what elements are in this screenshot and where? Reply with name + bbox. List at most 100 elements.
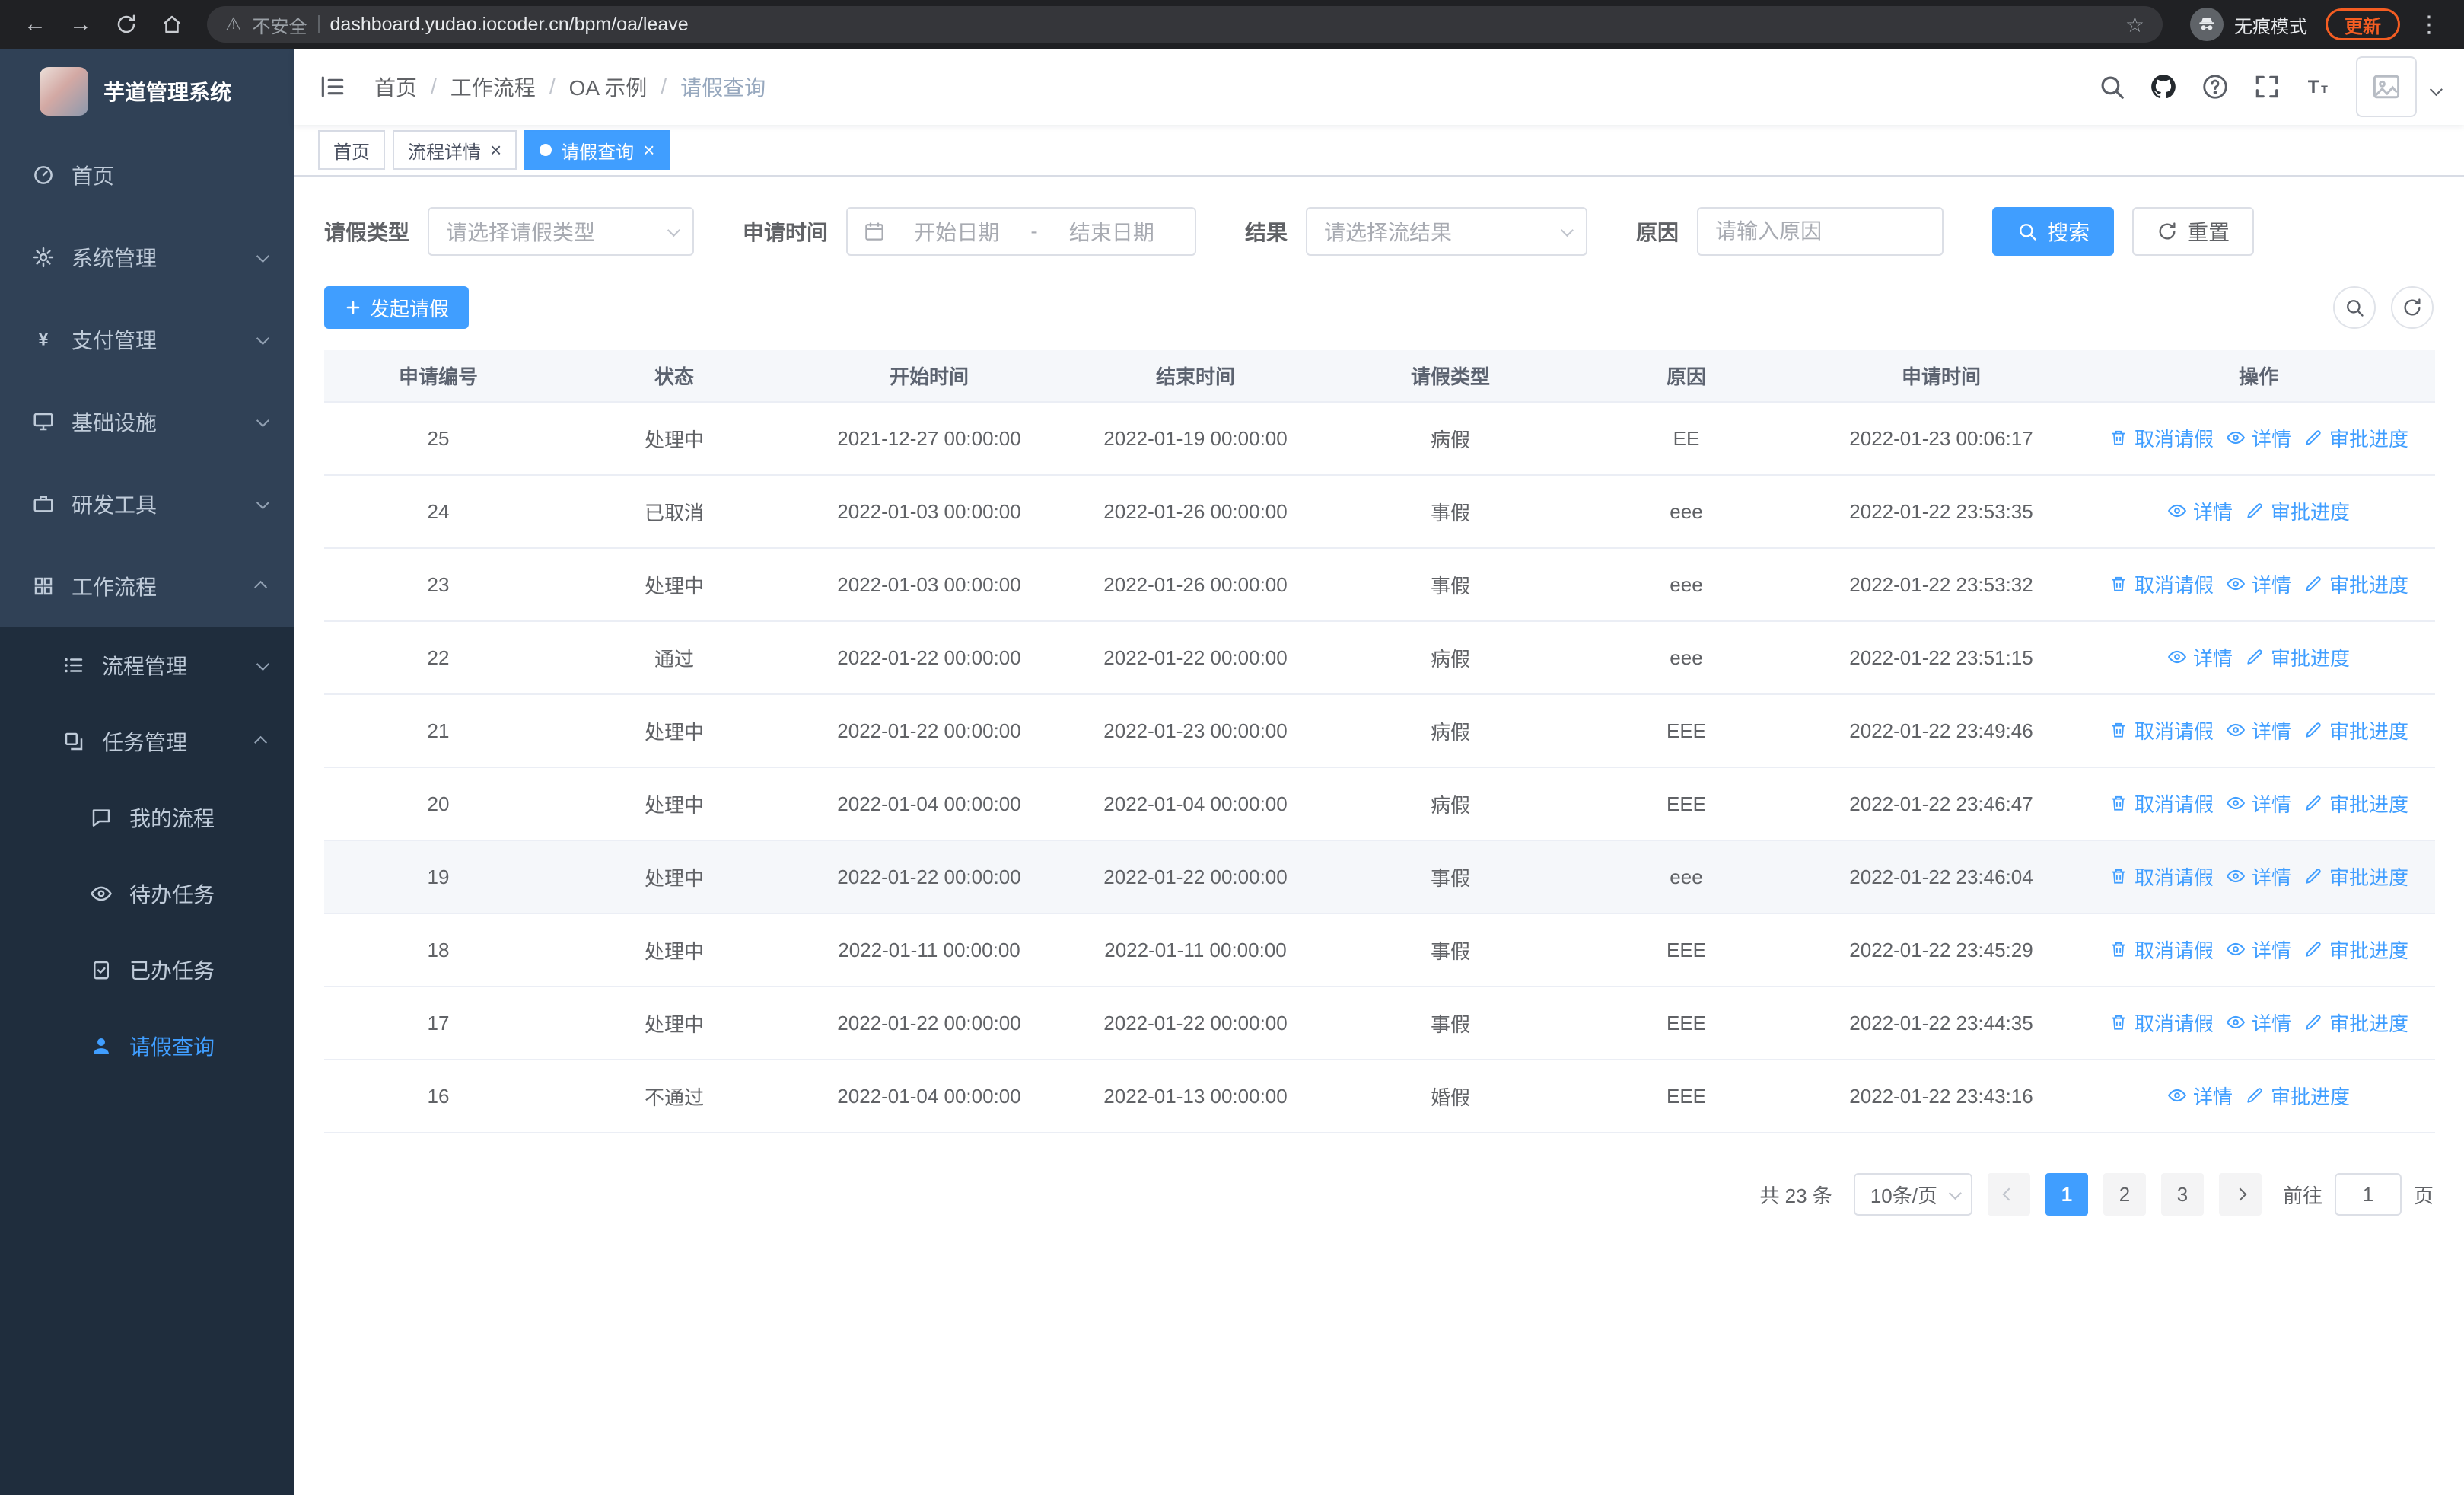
header-search-button[interactable] bbox=[2097, 72, 2126, 101]
logo[interactable]: 芋道管理系统 bbox=[0, 49, 294, 134]
sidebar-item-payment-management[interactable]: ¥ 支付管理 bbox=[0, 298, 294, 381]
search-button[interactable]: 搜索 bbox=[1992, 207, 2115, 256]
result-select[interactable]: 请选择流结果 bbox=[1306, 207, 1588, 256]
reset-button[interactable]: 重置 bbox=[2132, 207, 2255, 256]
update-button[interactable]: 更新 bbox=[2326, 8, 2400, 40]
cell-leave-type: 病假 bbox=[1329, 402, 1572, 476]
sidebar-item-process-management[interactable]: 流程管理 bbox=[0, 627, 294, 703]
avatar-caret-icon[interactable] bbox=[2429, 78, 2443, 97]
cancel-leave-link[interactable]: 取消请假 bbox=[2109, 1009, 2214, 1037]
detail-link[interactable]: 详情 bbox=[2226, 716, 2291, 744]
approval-progress-link[interactable]: 审批进度 bbox=[2245, 1082, 2350, 1110]
cell-reason: EE bbox=[1572, 402, 1800, 476]
approval-progress-link[interactable]: 审批进度 bbox=[2303, 570, 2408, 598]
page-button-2[interactable]: 2 bbox=[2103, 1173, 2146, 1216]
detail-link[interactable]: 详情 bbox=[2226, 862, 2291, 891]
action-label: 取消请假 bbox=[2134, 719, 2214, 743]
browser-menu-icon[interactable]: ⋮ bbox=[2409, 5, 2449, 44]
detail-link[interactable]: 详情 bbox=[2226, 936, 2291, 964]
action-label: 审批进度 bbox=[2329, 1012, 2409, 1035]
sidebar-item-leave-query[interactable]: 请假查询 bbox=[0, 1008, 294, 1084]
approval-progress-link[interactable]: 审批进度 bbox=[2303, 716, 2408, 744]
tab-close-icon[interactable]: × bbox=[490, 140, 501, 160]
page-button-1[interactable]: 1 bbox=[2045, 1173, 2088, 1216]
detail-link[interactable]: 详情 bbox=[2226, 424, 2291, 452]
approval-progress-link[interactable]: 审批进度 bbox=[2303, 424, 2408, 452]
sidebar-item-todo-tasks[interactable]: 待办任务 bbox=[0, 856, 294, 932]
breadcrumb-item[interactable]: OA 示例 bbox=[569, 72, 648, 102]
refresh-table-button[interactable] bbox=[2391, 286, 2434, 329]
cell-status: 处理中 bbox=[552, 913, 796, 987]
approval-progress-link[interactable]: 审批进度 bbox=[2303, 862, 2408, 891]
address-bar[interactable]: ⚠ 不安全 dashboard.yudao.iocoder.cn/bpm/oa/… bbox=[207, 6, 2163, 43]
reload-button[interactable] bbox=[107, 5, 146, 44]
detail-link[interactable]: 详情 bbox=[2226, 570, 2291, 598]
end-date-input[interactable]: 结束日期 bbox=[1044, 216, 1179, 247]
bookmark-star-icon[interactable]: ☆ bbox=[2125, 12, 2144, 37]
table-row: 24 已取消 2022-01-03 00:00:00 2022-01-26 00:00… bbox=[324, 475, 2435, 549]
toggle-search-button[interactable] bbox=[2333, 286, 2376, 329]
sidebar-item-system-management[interactable]: 系统管理 bbox=[0, 216, 294, 298]
create-leave-button[interactable]: 发起请假 bbox=[324, 286, 470, 329]
leave-type-select[interactable]: 请选择请假类型 bbox=[428, 207, 695, 256]
approval-progress-link[interactable]: 审批进度 bbox=[2303, 936, 2408, 964]
page-size-value: 10条/页 bbox=[1870, 1184, 1937, 1207]
detail-link[interactable]: 详情 bbox=[2226, 789, 2291, 818]
cancel-leave-link[interactable]: 取消请假 bbox=[2109, 936, 2214, 964]
approval-progress-link[interactable]: 审批进度 bbox=[2303, 789, 2408, 818]
sidebar-item-home[interactable]: 首页 bbox=[0, 134, 294, 216]
cancel-leave-link[interactable]: 取消请假 bbox=[2109, 716, 2214, 744]
help-button[interactable] bbox=[2201, 72, 2230, 101]
sidebar-item-my-process[interactable]: 我的流程 bbox=[0, 779, 294, 856]
reason-input[interactable] bbox=[1697, 207, 1944, 256]
edit-icon bbox=[2245, 647, 2265, 667]
detail-link[interactable]: 详情 bbox=[2226, 1009, 2291, 1037]
page-button-3[interactable]: 3 bbox=[2160, 1173, 2204, 1216]
sidebar-item-dev-tools[interactable]: 研发工具 bbox=[0, 463, 294, 545]
prev-page-button[interactable] bbox=[1987, 1173, 2030, 1216]
avatar[interactable] bbox=[2356, 56, 2417, 117]
action-label: 详情 bbox=[2251, 939, 2291, 962]
detail-link[interactable]: 详情 bbox=[2167, 1082, 2233, 1110]
edit-icon bbox=[2303, 720, 2323, 740]
approval-progress-link[interactable]: 审批进度 bbox=[2245, 497, 2350, 525]
home-button[interactable] bbox=[152, 5, 192, 44]
action-label: 审批进度 bbox=[2329, 573, 2409, 597]
detail-link[interactable]: 详情 bbox=[2167, 643, 2233, 671]
approval-progress-link[interactable]: 审批进度 bbox=[2303, 1009, 2408, 1037]
sidebar-item-infrastructure[interactable]: 基础设施 bbox=[0, 381, 294, 463]
approval-progress-link[interactable]: 审批进度 bbox=[2245, 643, 2350, 671]
tab-home[interactable]: 首页 bbox=[318, 130, 385, 170]
breadcrumb-item[interactable]: 工作流程 bbox=[450, 72, 536, 102]
search-button-label: 搜索 bbox=[2047, 221, 2090, 244]
tab-process-detail[interactable]: 流程详情 × bbox=[393, 130, 517, 170]
toolbar-right bbox=[2333, 286, 2434, 329]
detail-link[interactable]: 详情 bbox=[2167, 497, 2233, 525]
next-page-button[interactable] bbox=[2218, 1173, 2262, 1216]
goto-label: 前往 bbox=[2282, 1184, 2322, 1207]
tab-leave-query[interactable]: 请假查询 × bbox=[524, 130, 670, 170]
tab-close-icon[interactable]: × bbox=[643, 140, 654, 160]
fullscreen-button[interactable] bbox=[2252, 72, 2281, 101]
font-size-button[interactable]: TT bbox=[2304, 72, 2333, 101]
cancel-leave-link[interactable]: 取消请假 bbox=[2109, 789, 2214, 818]
cancel-leave-link[interactable]: 取消请假 bbox=[2109, 862, 2214, 891]
sidebar-toggle[interactable] bbox=[318, 72, 347, 101]
cancel-leave-link[interactable]: 取消请假 bbox=[2109, 424, 2214, 452]
user-icon bbox=[90, 1034, 113, 1057]
security-warning[interactable]: 不安全 bbox=[253, 11, 307, 38]
page-size-select[interactable]: 10条/页 bbox=[1853, 1173, 1972, 1216]
breadcrumb-item[interactable]: 首页 bbox=[374, 72, 417, 102]
start-date-input[interactable]: 开始日期 bbox=[889, 216, 1024, 247]
url-text[interactable]: dashboard.yudao.iocoder.cn/bpm/oa/leave bbox=[330, 14, 689, 36]
cancel-leave-link[interactable]: 取消请假 bbox=[2109, 570, 2214, 598]
github-button[interactable] bbox=[2149, 72, 2178, 101]
goto-page-input[interactable] bbox=[2334, 1173, 2402, 1216]
sidebar-item-task-management[interactable]: 任务管理 bbox=[0, 703, 294, 779]
active-tab-dot bbox=[540, 144, 552, 156]
sidebar-item-done-tasks[interactable]: 已办任务 bbox=[0, 932, 294, 1008]
back-button[interactable]: ← bbox=[15, 5, 55, 44]
forward-button[interactable]: → bbox=[61, 5, 100, 44]
date-range-picker[interactable]: 开始日期 - 结束日期 bbox=[846, 207, 1197, 256]
sidebar-item-workflow[interactable]: 工作流程 bbox=[0, 545, 294, 627]
